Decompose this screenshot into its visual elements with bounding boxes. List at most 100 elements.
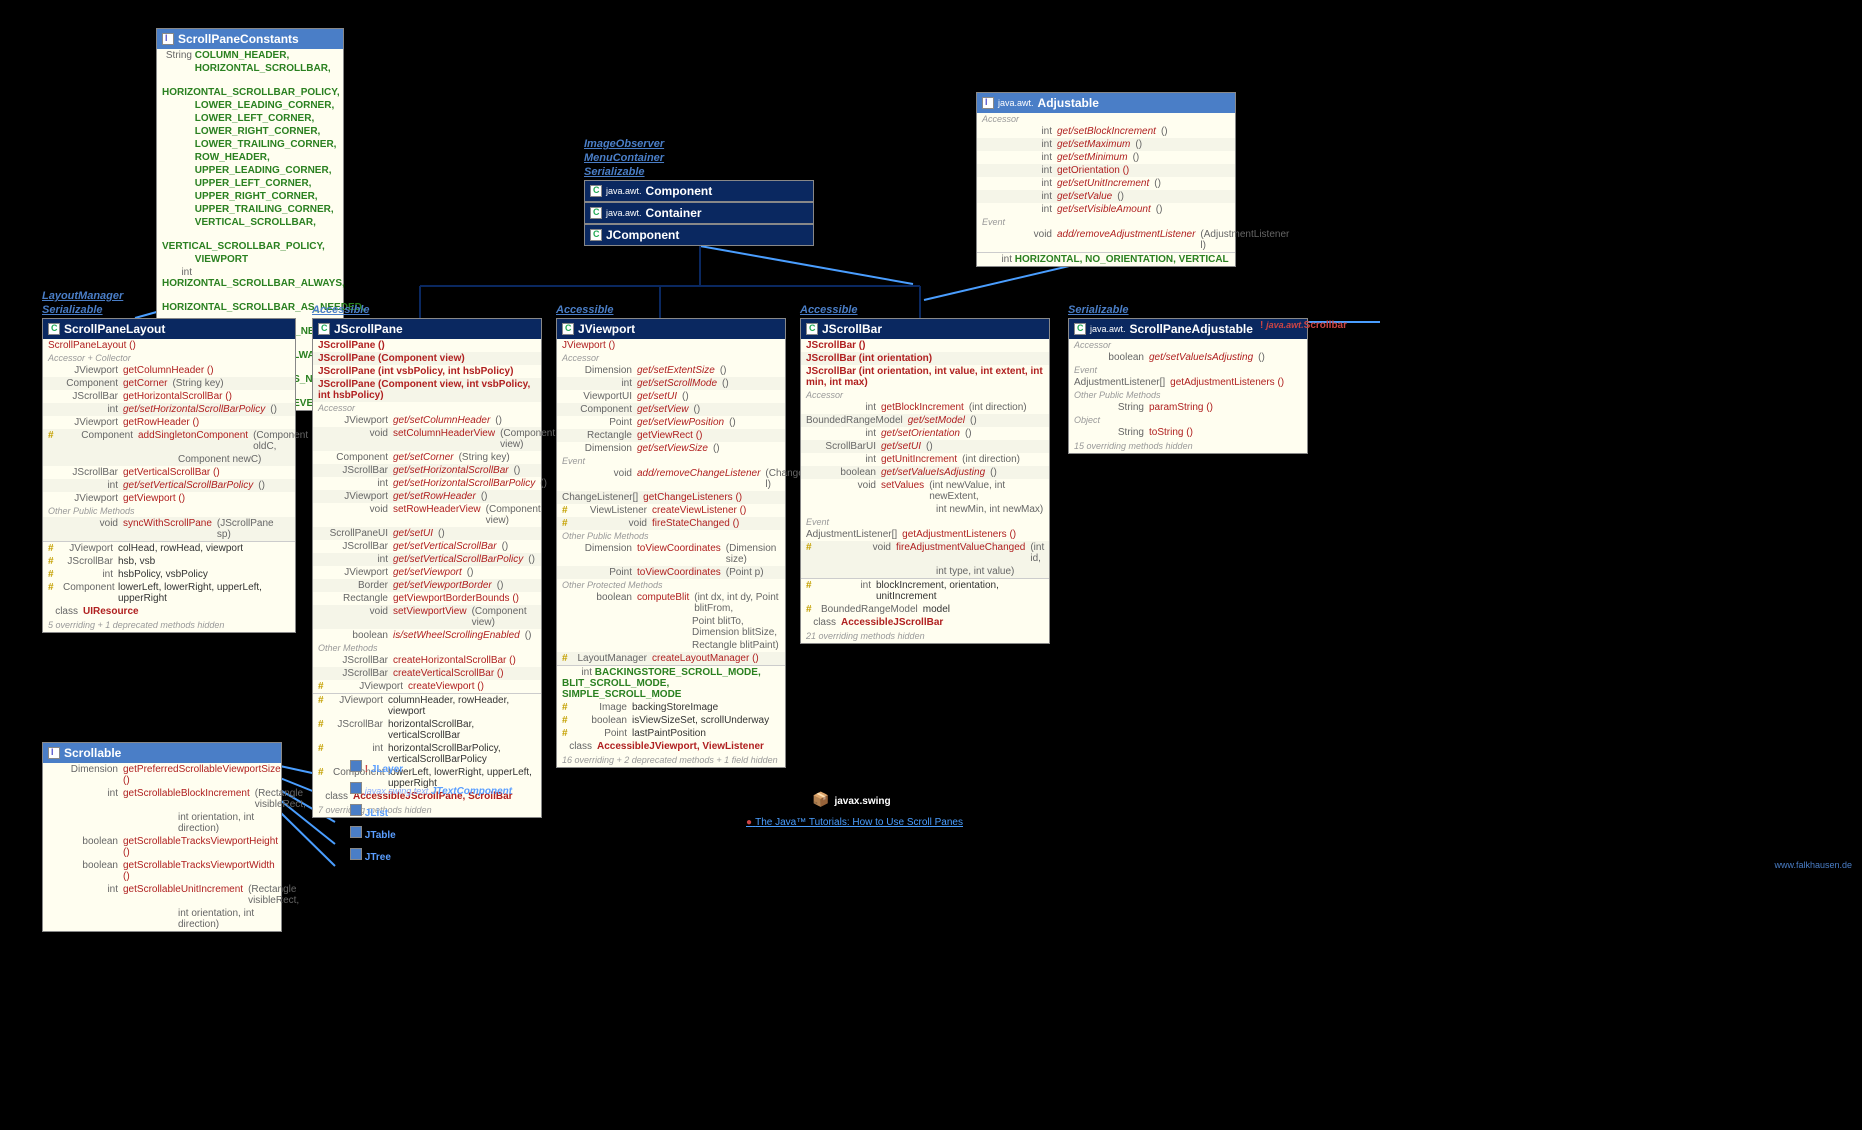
- member-row: intget/setVisibleAmount (): [977, 203, 1235, 216]
- class-scrollable: Scrollable DimensiongetPreferredScrollab…: [42, 742, 282, 932]
- member-row: JViewportgetColumnHeader (): [43, 364, 295, 377]
- member-row: PointtoViewCoordinates (Point p): [557, 566, 785, 579]
- package-title: 📦 javax.swing: [812, 788, 891, 809]
- member-row: intget/setMaximum (): [977, 138, 1235, 151]
- scrollable-impl: javax.swing.text.JTextComponent: [350, 782, 512, 797]
- member-row: JViewportget/setRowHeader (): [313, 490, 541, 503]
- class-name: ScrollPaneConstants: [178, 32, 299, 46]
- member-row: RectanglegetViewRect (): [557, 429, 785, 442]
- member-row: JViewportgetRowHeader (): [43, 416, 295, 429]
- class-icon: [562, 323, 574, 335]
- member-row: intget/setUnitIncrement (): [977, 177, 1235, 190]
- member-row: voidsetViewportView (Component view): [313, 605, 541, 629]
- deprecated-scrollbar: ! java.awt.Scrollbar: [1260, 320, 1347, 331]
- field-row: #PointlastPaintPosition: [557, 727, 785, 740]
- constructor-row: JScrollBar (): [801, 339, 1049, 352]
- member-row: booleanget/setValueIsAdjusting (): [1069, 351, 1307, 364]
- member-row: JScrollBargetVerticalScrollBar (): [43, 466, 295, 479]
- class-jscrollbar: JScrollBar JScrollBar ()JScrollBar (int …: [800, 318, 1050, 644]
- member-row: ViewportUIget/setUI (): [557, 390, 785, 403]
- constructor-row: JScrollBar (int orientation): [801, 352, 1049, 365]
- member-row: Componentget/setCorner (String key): [313, 451, 541, 464]
- member-row: intgetScrollableBlockIncrement (Rectangl…: [43, 787, 281, 811]
- field-row: #JScrollBarhorizontalScrollBar, vertical…: [313, 718, 541, 742]
- interface-icon: [48, 747, 60, 759]
- impl-serializable2: Serializable: [42, 304, 103, 316]
- constructor-row: JScrollPane (Component view, int vsbPoli…: [313, 378, 541, 402]
- field-row: #booleanisViewSizeSet, scrollUnderway: [557, 714, 785, 727]
- class-jscrollpane: JScrollPane JScrollPane ()JScrollPane (C…: [312, 318, 542, 818]
- member-row: int type, int value): [801, 565, 1049, 578]
- member-row: #ViewListenercreateViewListener (): [557, 504, 785, 517]
- member-row: ScrollBarUIget/setUI (): [801, 440, 1049, 453]
- member-row: StringparamString (): [1069, 401, 1307, 414]
- constructor-row: JScrollBar (int orientation, int value, …: [801, 365, 1049, 389]
- class-container: java.awt.Container: [584, 202, 814, 224]
- impl-layoutmanager: LayoutManager: [42, 290, 123, 302]
- member-row: intgetBlockIncrement (int direction): [801, 401, 1049, 414]
- class-icon: [590, 185, 602, 197]
- member-row: JScrollBarcreateVerticalScrollBar (): [313, 667, 541, 680]
- member-row: intgetOrientation (): [977, 164, 1235, 177]
- class-scrollpaneadjustable: java.awt.ScrollPaneAdjustable Accessor b…: [1068, 318, 1308, 454]
- member-row: intget/setVerticalScrollBarPolicy (): [313, 553, 541, 566]
- member-row: JViewportgetViewport (): [43, 492, 295, 505]
- member-row: intget/setScrollMode (): [557, 377, 785, 390]
- member-row: booleanis/setWheelScrollingEnabled (): [313, 629, 541, 642]
- impl-accessible3: Accessible: [800, 304, 857, 316]
- member-row: #JViewportcreateViewport (): [313, 680, 541, 693]
- member-row: intgetScrollableUnitIncrement (Rectangle…: [43, 883, 281, 907]
- member-row: Componentget/setView (): [557, 403, 785, 416]
- tutorial-link[interactable]: ● The Java™ Tutorials: How to Use Scroll…: [746, 816, 963, 828]
- constructor-row: JScrollPane (): [313, 339, 541, 352]
- member-row: JScrollBarcreateHorizontalScrollBar (): [313, 654, 541, 667]
- class-scrollpanelayout: ScrollPaneLayout ScrollPaneLayout () Acc…: [42, 318, 296, 633]
- member-row: #voidfireStateChanged (): [557, 517, 785, 530]
- member-row: JScrollBargetHorizontalScrollBar (): [43, 390, 295, 403]
- member-row: voidadd/removeChangeListener (ChangeList…: [557, 467, 785, 491]
- member-row: intget/setBlockIncrement (): [977, 125, 1235, 138]
- member-row: voidsetValues (int newValue, int newExte…: [801, 479, 1049, 503]
- member-row: ComponentgetCorner (String key): [43, 377, 295, 390]
- member-row: voidsetRowHeaderView (Component view): [313, 503, 541, 527]
- constructor-row: JScrollPane (int vsbPolicy, int hsbPolic…: [313, 365, 541, 378]
- field-row: #JScrollBarhsb, vsb: [43, 555, 295, 568]
- member-row: StringtoString (): [1069, 426, 1307, 439]
- member-row: DimensiontoViewCoordinates (Dimension si…: [557, 542, 785, 566]
- field-row: #inthorizontalScrollBarPolicy, verticalS…: [313, 742, 541, 766]
- field-row: #JViewportcolHead, rowHead, viewport: [43, 542, 295, 555]
- member-row: voidsetColumnHeaderView (Component view): [313, 427, 541, 451]
- member-row: JScrollBarget/setHorizontalScrollBar (): [313, 464, 541, 477]
- field-row: #intblockIncrement, orientation, unitInc…: [801, 579, 1049, 603]
- member-row: intget/setMinimum (): [977, 151, 1235, 164]
- member-row: int orientation, int direction): [43, 907, 281, 931]
- interface-icon: [982, 97, 994, 109]
- member-row: booleangetScrollableTracksViewportWidth …: [43, 859, 281, 883]
- scrollable-impl: JTable: [350, 826, 396, 841]
- scrollable-impl: JTree: [350, 848, 391, 863]
- credit: www.falkhausen.de: [1774, 860, 1852, 870]
- interface-icon: [162, 33, 174, 45]
- scrollable-impl: JList: [350, 804, 388, 819]
- member-row: intget/setHorizontalScrollBarPolicy (): [313, 477, 541, 490]
- field-row: #inthsbPolicy, vsbPolicy: [43, 568, 295, 581]
- class-icon: [806, 323, 818, 335]
- constructor-row: JScrollPane (Component view): [313, 352, 541, 365]
- member-row: voidadd/removeAdjustmentListener (Adjust…: [977, 228, 1235, 252]
- class-icon: [590, 229, 602, 241]
- scrollable-impl: ! JLayer: [350, 760, 403, 775]
- class-component: java.awt.Component: [584, 180, 814, 202]
- member-row: AdjustmentListener[]getAdjustmentListene…: [1069, 376, 1307, 389]
- impl-serializable3: Serializable: [1068, 304, 1129, 316]
- member-row: Pointget/setViewPosition (): [557, 416, 785, 429]
- member-row: AdjustmentListener[]getAdjustmentListene…: [801, 528, 1049, 541]
- member-row: booleancomputeBlit (int dx, int dy, Poin…: [557, 591, 785, 615]
- class-icon: [48, 323, 60, 335]
- impl-accessible1: Accessible: [312, 304, 369, 316]
- field-row: #ImagebackingStoreImage: [557, 701, 785, 714]
- class-icon: [590, 207, 602, 219]
- member-row: Dimensionget/setViewSize (): [557, 442, 785, 455]
- member-row: Point blitTo, Dimension blitSize,: [557, 615, 785, 639]
- impl-serializable: Serializable: [584, 166, 645, 178]
- member-row: intget/setOrientation (): [801, 427, 1049, 440]
